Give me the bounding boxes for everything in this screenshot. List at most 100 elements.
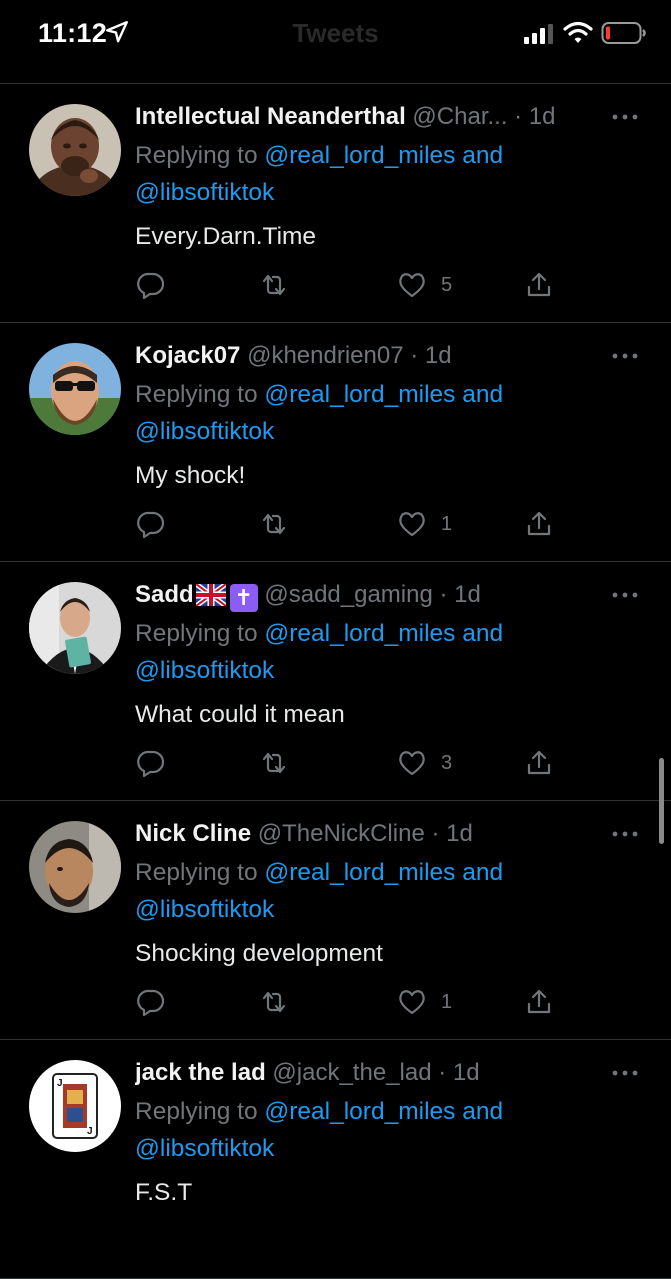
tweet-time[interactable]: 1d [454, 581, 481, 608]
retweet-icon [262, 991, 286, 1013]
and-link[interactable]: and [455, 859, 503, 886]
tweet-item[interactable]: Kojack07 @khendrien07 · 1d Replying to @… [0, 323, 671, 562]
display-name[interactable]: Kojack07 [135, 342, 240, 369]
mention-link[interactable]: @libsoftiktok [135, 657, 274, 684]
wifi-icon [563, 21, 593, 43]
share-icon [527, 989, 551, 1014]
separator-dot: · [514, 103, 523, 130]
avatar[interactable] [29, 821, 121, 913]
tweet-time[interactable]: 1d [529, 103, 556, 130]
like-icon [399, 990, 425, 1015]
tweet-actions: 1 [135, 506, 565, 542]
share-button[interactable] [524, 506, 554, 542]
reply-icon [137, 750, 165, 778]
and-link[interactable]: and [455, 381, 503, 408]
like-button[interactable]: 5 [397, 267, 452, 303]
avatar[interactable] [29, 582, 121, 674]
retweet-icon [262, 752, 286, 774]
more-icon[interactable] [611, 112, 639, 122]
reply-icon [137, 272, 165, 300]
avatar[interactable] [29, 104, 121, 196]
separator-dot: · [410, 342, 419, 369]
retweet-button[interactable] [259, 267, 289, 303]
mention-link[interactable]: @libsoftiktok [135, 179, 274, 206]
display-name[interactable]: Sadd [135, 581, 194, 608]
like-button[interactable]: 3 [397, 745, 452, 781]
reply-button[interactable] [135, 745, 165, 781]
separator-dot: · [431, 820, 440, 847]
tweet-time[interactable]: 1d [453, 1059, 480, 1086]
more-icon[interactable] [611, 590, 639, 600]
tweet-item[interactable]: Intellectual Neanderthal @Char... · 1d R… [0, 84, 671, 323]
scrollbar[interactable] [659, 758, 664, 844]
share-button[interactable] [524, 984, 554, 1020]
user-handle[interactable]: @TheNickCline [258, 820, 425, 847]
replying-to: Replying to @real_lord_miles and @libsof… [135, 137, 555, 211]
tweet-item[interactable]: Nick Cline @TheNickCline · 1d Replying t… [0, 801, 671, 1040]
replying-prefix: Replying to [135, 1098, 265, 1125]
mention-link[interactable]: @real_lord_miles [264, 620, 455, 647]
mention-link[interactable]: @real_lord_miles [264, 859, 455, 886]
cross-icon: ✝ [229, 584, 258, 612]
reply-icon [137, 989, 165, 1017]
signal-icon [524, 24, 553, 44]
replying-to: Replying to @real_lord_miles and @libsof… [135, 376, 555, 450]
mention-link[interactable]: @libsoftiktok [135, 896, 274, 923]
display-name[interactable]: Nick Cline [135, 820, 251, 847]
like-icon [399, 512, 425, 537]
share-button[interactable] [524, 267, 554, 303]
replying-to: Replying to @real_lord_miles and @libsof… [135, 1093, 555, 1167]
share-button[interactable] [524, 745, 554, 781]
like-button[interactable]: 1 [397, 506, 452, 542]
like-icon [399, 751, 425, 776]
retweet-button[interactable] [259, 984, 289, 1020]
display-name[interactable]: jack the lad [135, 1059, 266, 1086]
and-link[interactable]: and [455, 620, 503, 647]
more-icon[interactable] [611, 829, 639, 839]
tweet-feed: Intellectual Neanderthal @Char... · 1d R… [0, 84, 671, 1279]
tweet-header: Nick Cline @TheNickCline · 1d [135, 818, 605, 850]
svg-text:J: J [87, 1126, 93, 1137]
tweet-actions: 3 [135, 745, 565, 781]
share-icon [527, 750, 551, 775]
like-count: 3 [441, 751, 453, 774]
user-handle[interactable]: @sadd_gaming [264, 581, 432, 608]
tweet-actions: 5 [135, 267, 565, 303]
replying-to: Replying to @real_lord_miles and @libsof… [135, 615, 555, 689]
and-link[interactable]: and [455, 1098, 503, 1125]
reply-button[interactable] [135, 984, 165, 1020]
retweet-button[interactable] [259, 506, 289, 542]
retweet-button[interactable] [259, 745, 289, 781]
tweet-time[interactable]: 1d [446, 820, 473, 847]
and-link[interactable]: and [455, 142, 503, 169]
svg-text:J: J [57, 1078, 63, 1089]
mention-link[interactable]: @libsoftiktok [135, 1135, 274, 1162]
user-handle[interactable]: @Char... [412, 103, 507, 130]
user-handle[interactable]: @jack_the_lad [272, 1059, 431, 1086]
tweet-item[interactable]: Sadd ✝ @sadd_gaming · 1d Replying to @re… [0, 562, 671, 801]
tweet-actions: 1 [135, 984, 565, 1020]
display-name[interactable]: Intellectual Neanderthal [135, 103, 406, 130]
avatar[interactable] [29, 343, 121, 435]
avatar[interactable]: J J [29, 1060, 121, 1152]
more-icon[interactable] [611, 351, 639, 361]
mention-link[interactable]: @real_lord_miles [264, 142, 455, 169]
more-icon[interactable] [611, 1068, 639, 1078]
mention-link[interactable]: @libsoftiktok [135, 418, 274, 445]
like-count: 5 [441, 273, 453, 296]
tweet-header: Intellectual Neanderthal @Char... · 1d [135, 101, 605, 133]
mention-link[interactable]: @real_lord_miles [264, 1098, 455, 1125]
tweet-item[interactable]: J J jack the lad @jack_the_lad · 1d Repl… [0, 1040, 671, 1279]
like-button[interactable]: 1 [397, 984, 452, 1020]
status-bar: 11:12 Tweets [0, 0, 671, 84]
reply-button[interactable] [135, 267, 165, 303]
mention-link[interactable]: @real_lord_miles [264, 381, 455, 408]
reply-button[interactable] [135, 506, 165, 542]
like-count: 1 [441, 990, 453, 1013]
user-handle[interactable]: @khendrien07 [247, 342, 403, 369]
share-icon [527, 272, 551, 297]
battery-icon [601, 22, 646, 44]
tweet-header: Kojack07 @khendrien07 · 1d [135, 340, 605, 372]
separator-dot: · [438, 1059, 447, 1086]
tweet-time[interactable]: 1d [425, 342, 452, 369]
